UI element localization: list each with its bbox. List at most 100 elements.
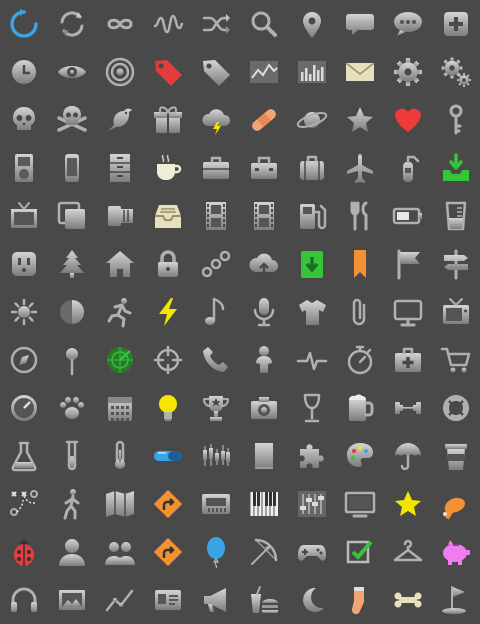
speech-bubble-icon xyxy=(336,0,384,48)
crescent-moon-icon xyxy=(288,576,336,624)
house-icon xyxy=(96,240,144,288)
padlock-icon xyxy=(144,240,192,288)
test-tube-icon xyxy=(48,432,96,480)
wave-icon xyxy=(144,0,192,48)
bookmark-ribbon-icon xyxy=(336,240,384,288)
measuring-glass-icon xyxy=(432,192,480,240)
paint-palette-icon xyxy=(336,432,384,480)
music-note-icon xyxy=(192,288,240,336)
heart-icon xyxy=(384,96,432,144)
piano-keys-icon xyxy=(240,480,288,528)
cloud-upload-icon xyxy=(240,240,288,288)
eye-icon xyxy=(48,48,96,96)
coffee-cup-icon xyxy=(144,144,192,192)
sun-icon xyxy=(0,288,48,336)
id-card-icon xyxy=(144,576,192,624)
bar-chart-icon xyxy=(288,48,336,96)
chain-link-icon xyxy=(192,240,240,288)
life-buoy-icon xyxy=(432,384,480,432)
map-pin-icon xyxy=(288,0,336,48)
gears-icon xyxy=(432,48,480,96)
radar-icon xyxy=(96,336,144,384)
film-roll-icon xyxy=(96,192,144,240)
gift-icon xyxy=(144,96,192,144)
candlestick-chart-icon xyxy=(192,432,240,480)
headphones-icon xyxy=(0,576,48,624)
baby-icon xyxy=(240,336,288,384)
film-strip-icon xyxy=(192,192,240,240)
push-pin-icon xyxy=(48,336,96,384)
power-outlet-icon xyxy=(0,240,48,288)
beer-mug-icon xyxy=(336,384,384,432)
person-icon xyxy=(48,528,96,576)
stopwatch-icon xyxy=(336,336,384,384)
t-shirt-icon xyxy=(288,288,336,336)
compass-icon xyxy=(0,336,48,384)
piggy-bank-icon xyxy=(432,528,480,576)
fast-food-icon xyxy=(240,576,288,624)
briefcase-icon xyxy=(192,144,240,192)
tv-frame-icon xyxy=(0,192,48,240)
download-tray-icon xyxy=(432,144,480,192)
thermometer-icon xyxy=(96,432,144,480)
loop-icon xyxy=(96,0,144,48)
fire-extinguisher-icon xyxy=(384,144,432,192)
battery-icon xyxy=(384,192,432,240)
planet-icon xyxy=(288,96,336,144)
search-icon xyxy=(240,0,288,48)
speedometer-icon xyxy=(0,384,48,432)
wine-glass-icon xyxy=(288,384,336,432)
moon-phase-icon xyxy=(48,288,96,336)
refresh-icon xyxy=(0,0,48,48)
paw-icon xyxy=(48,384,96,432)
heartbeat-icon xyxy=(288,336,336,384)
camera-icon xyxy=(240,384,288,432)
dumbbell-icon xyxy=(384,384,432,432)
plus-box-icon xyxy=(432,0,480,48)
road-sign-icon xyxy=(144,480,192,528)
paperclip-icon xyxy=(336,288,384,336)
flask-icon xyxy=(0,432,48,480)
clock-icon xyxy=(0,48,48,96)
monitor-icon xyxy=(384,288,432,336)
puzzle-piece-icon xyxy=(288,432,336,480)
key-icon xyxy=(432,96,480,144)
crosshair-icon xyxy=(144,336,192,384)
ladybug-icon xyxy=(0,528,48,576)
map-icon xyxy=(96,480,144,528)
playbook-icon xyxy=(0,480,48,528)
price-tag-icon xyxy=(192,48,240,96)
envelope-icon xyxy=(336,48,384,96)
bandage-icon xyxy=(240,96,288,144)
signpost-icon xyxy=(432,240,480,288)
widescreen-tv-icon xyxy=(336,480,384,528)
balloon-icon xyxy=(192,528,240,576)
icon-sheet xyxy=(0,0,480,624)
telephone-handset-icon xyxy=(192,336,240,384)
sync-icon xyxy=(48,0,96,48)
megaphone-icon xyxy=(192,576,240,624)
pill-icon xyxy=(144,432,192,480)
chat-dots-icon xyxy=(384,0,432,48)
cassette-icon xyxy=(192,480,240,528)
gas-pump-icon xyxy=(288,192,336,240)
gear-icon xyxy=(384,48,432,96)
hanger-icon xyxy=(384,528,432,576)
group-icon xyxy=(96,528,144,576)
equalizer-icon xyxy=(288,480,336,528)
toolbox-icon xyxy=(240,144,288,192)
retro-tv-icon xyxy=(432,288,480,336)
price-tag-red-icon xyxy=(144,48,192,96)
checkbox-icon xyxy=(336,528,384,576)
takeaway-cup-icon xyxy=(432,432,480,480)
ipod-icon xyxy=(0,144,48,192)
shuffle-icon xyxy=(192,0,240,48)
gamepad-icon xyxy=(288,528,336,576)
first-aid-kit-icon xyxy=(384,336,432,384)
fork-knife-icon xyxy=(336,192,384,240)
golf-flag-icon xyxy=(432,576,480,624)
film-strip-2-icon xyxy=(240,192,288,240)
skull-crossbones-icon xyxy=(48,96,96,144)
bone-icon xyxy=(384,576,432,624)
airplane-icon xyxy=(336,144,384,192)
